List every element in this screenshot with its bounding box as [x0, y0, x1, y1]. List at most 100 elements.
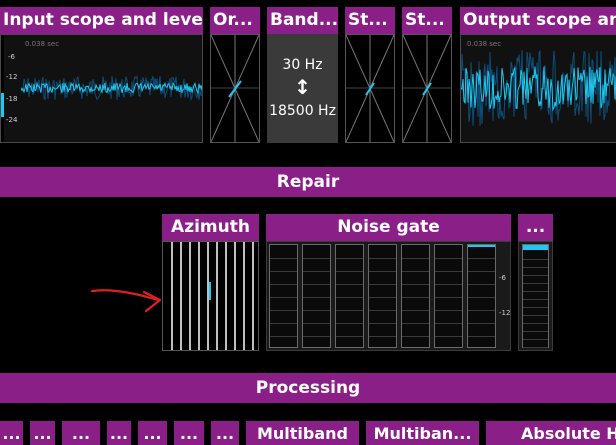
meter-gridline [523, 299, 548, 300]
meter-gridline [523, 331, 548, 332]
repair-more-meter-fill [523, 245, 548, 250]
meter-gridline [523, 315, 548, 316]
meter-gridline [523, 339, 548, 340]
input-level-fill [1, 93, 4, 117]
meter-gridline [523, 347, 548, 348]
meter-gridline [402, 297, 429, 298]
noise-gate-tick-12: -12 [499, 309, 511, 317]
processing-module-4[interactable]: ... [107, 421, 131, 445]
meter-gridline [303, 336, 330, 337]
orientation-vectorscope [211, 35, 259, 142]
input-scope-header[interactable]: Input scope and levels [0, 7, 203, 34]
meter-gridline [369, 336, 396, 337]
processing-module-1[interactable]: ... [0, 421, 23, 445]
meter-gridline [435, 284, 462, 285]
noise-gate-band-meter [269, 244, 298, 348]
input-waveform [21, 75, 202, 101]
meter-gridline [336, 271, 363, 272]
input-level-meter [1, 35, 4, 142]
meter-gridline [402, 271, 429, 272]
meter-gridline [435, 336, 462, 337]
input-tick-12: -12 [6, 73, 18, 81]
processing-module-3[interactable]: ... [62, 421, 100, 445]
band-header[interactable]: Band... [267, 7, 338, 34]
stereo1-vectorscope [346, 35, 394, 142]
meter-gridline [523, 275, 548, 276]
repair-more-header[interactable]: ... [518, 214, 553, 241]
meter-gridline [336, 323, 363, 324]
output-scope-panel: 0.038 sec [460, 34, 616, 143]
stereo2-header[interactable]: St... [402, 7, 452, 34]
noise-gate-band-meter [335, 244, 364, 348]
processing-section-header[interactable]: Processing [0, 373, 616, 403]
meter-gridline [435, 310, 462, 311]
meter-gridline [402, 284, 429, 285]
meter-gridline [336, 297, 363, 298]
band-panel[interactable]: 30 Hz ↕ 18500 Hz [267, 34, 338, 143]
noise-gate-band-meter [467, 244, 496, 348]
meter-gridline [435, 297, 462, 298]
output-scope-header[interactable]: Output scope and levels [460, 7, 616, 34]
meter-gridline [270, 323, 297, 324]
noise-gate-band-meter [401, 244, 430, 348]
multiband-module[interactable]: Multiband [246, 421, 359, 445]
meter-gridline [468, 323, 495, 324]
repair-more-panel [518, 241, 553, 351]
noise-gate-band-meter [434, 244, 463, 348]
annotation-arrow [90, 289, 162, 313]
output-waveform [461, 50, 616, 126]
meter-gridline [402, 258, 429, 259]
meter-gridline [435, 258, 462, 259]
input-scope-panel: -6 -12 -18 -24 0.038 sec [0, 34, 203, 143]
meter-gridline [402, 323, 429, 324]
meter-gridline [270, 258, 297, 259]
meter-gridline [435, 323, 462, 324]
meter-gridline [369, 323, 396, 324]
meter-gridline [468, 284, 495, 285]
processing-module-2[interactable]: ... [30, 421, 55, 445]
input-tick-18: -18 [6, 95, 18, 103]
multiband-module-2[interactable]: Multiban... [366, 421, 479, 445]
noise-gate-band-meter [368, 244, 397, 348]
meter-gridline [468, 271, 495, 272]
stereo1-header[interactable]: St... [345, 7, 395, 34]
meter-gridline [369, 310, 396, 311]
meter-gridline [303, 271, 330, 272]
repair-section-header[interactable]: Repair [0, 167, 616, 197]
meter-gridline [523, 259, 548, 260]
noise-gate-header[interactable]: Noise gate [266, 214, 511, 241]
stereo1-panel [345, 34, 395, 143]
orientation-panel [210, 34, 260, 143]
meter-gridline [523, 283, 548, 284]
meter-gridline [523, 323, 548, 324]
noise-gate-band-meter [302, 244, 331, 348]
meter-gridline [402, 336, 429, 337]
noise-gate-meter-fill [468, 245, 495, 247]
meter-gridline [270, 297, 297, 298]
meter-gridline [369, 297, 396, 298]
meter-gridline [270, 284, 297, 285]
noise-gate-panel: -6 -12 [266, 241, 511, 351]
azimuth-header[interactable]: Azimuth [162, 214, 259, 241]
meter-gridline [468, 258, 495, 259]
band-low-frequency[interactable]: 30 Hz [268, 57, 337, 73]
processing-module-7[interactable]: ... [211, 421, 239, 445]
meter-gridline [523, 267, 548, 268]
input-tick-6: -6 [8, 53, 15, 61]
meter-gridline [303, 310, 330, 311]
band-arrow-icon: ↕ [294, 75, 311, 99]
stereo2-panel [402, 34, 452, 143]
processing-module-6[interactable]: ... [174, 421, 204, 445]
processing-module-5[interactable]: ... [138, 421, 167, 445]
meter-gridline [336, 310, 363, 311]
meter-gridline [303, 258, 330, 259]
meter-gridline [336, 284, 363, 285]
band-high-frequency[interactable]: 18500 Hz [268, 103, 337, 119]
orientation-header[interactable]: Or... [210, 7, 260, 34]
meter-gridline [369, 284, 396, 285]
noise-gate-tick-6: -6 [499, 274, 506, 282]
meter-gridline [435, 271, 462, 272]
absolute-module[interactable]: Absolute H [486, 421, 616, 445]
meter-gridline [270, 310, 297, 311]
meter-gridline [303, 323, 330, 324]
